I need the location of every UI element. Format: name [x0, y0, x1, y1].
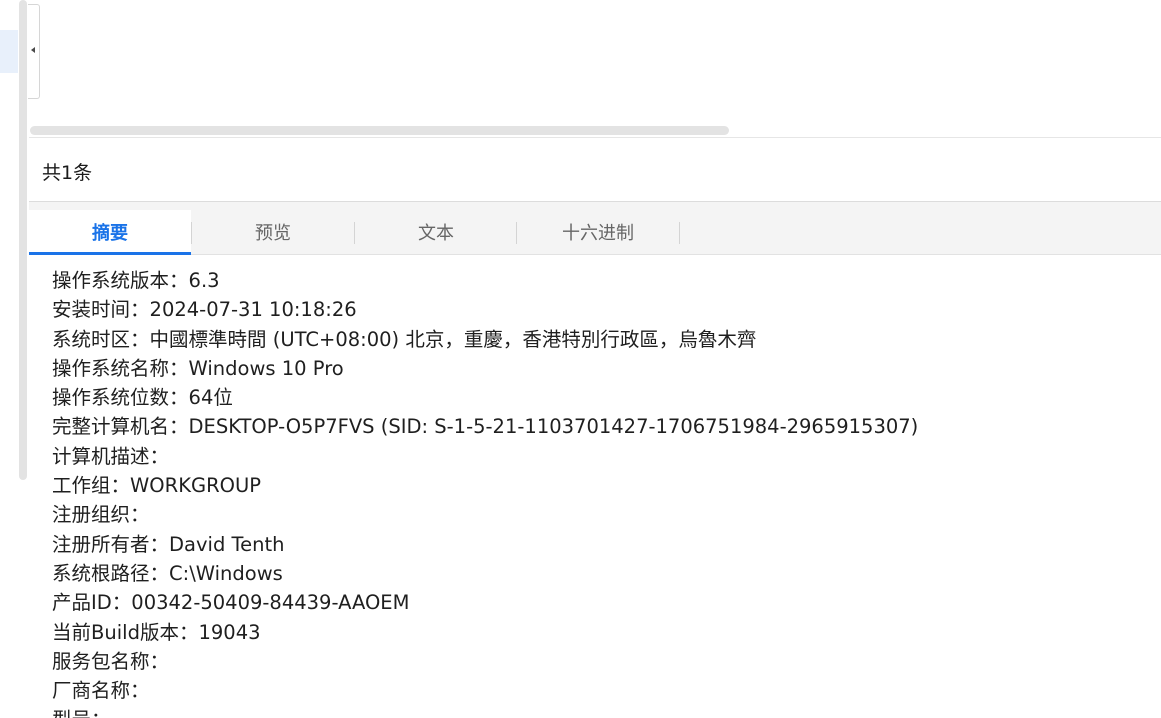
panel-collapse-handle[interactable]	[28, 4, 40, 99]
summary-label: 工作组	[52, 474, 111, 498]
summary-value: 19043	[198, 620, 261, 644]
summary-row: 系统根路径：C:\Windows	[52, 561, 283, 585]
summary-value: 64位	[188, 386, 233, 410]
vertical-scrollbar-thumb[interactable]	[19, 0, 27, 480]
summary-label: 注册所有者	[52, 532, 150, 556]
summary-label: 产品ID	[52, 591, 112, 615]
detail-tab-bar: 摘要 预览 文本 十六进制	[29, 201, 1161, 255]
summary-label: 注册组织	[52, 503, 131, 527]
tab-text-label: 文本	[418, 223, 454, 244]
summary-value: David Tenth	[169, 532, 285, 556]
summary-value: 00342-50409-84439-AAOEM	[131, 591, 410, 615]
active-tab-underline	[29, 252, 191, 255]
summary-row: 安装时间：2024-07-31 10:18:26	[52, 298, 357, 322]
summary-value: C:\Windows	[169, 561, 283, 585]
summary-row: 计算机描述：	[52, 444, 170, 468]
summary-label: 型号	[52, 708, 91, 718]
summary-label: 当前Build版本	[52, 620, 179, 644]
summary-row: 工作组：WORKGROUP	[52, 474, 262, 498]
summary-row: 操作系统名称：Windows 10 Pro	[52, 356, 344, 380]
tab-text[interactable]: 文本	[355, 210, 517, 255]
summary-value: 中國標準時間 (UTC+08:00) 北京，重慶，香港特別行政區，烏魯木齊	[149, 327, 757, 351]
tab-summary-label: 摘要	[92, 223, 128, 244]
summary-label: 系统根路径	[52, 561, 150, 585]
tab-hex-label: 十六进制	[562, 223, 634, 244]
tab-summary[interactable]: 摘要	[29, 210, 191, 255]
horizontal-scrollbar-thumb[interactable]	[30, 126, 729, 135]
summary-row: 操作系统版本：6.3	[52, 269, 220, 292]
result-count: 共1条	[42, 162, 93, 184]
summary-row: 注册所有者：David Tenth	[52, 532, 285, 556]
caret-left-icon	[31, 47, 35, 53]
summary-value: Windows 10 Pro	[188, 356, 344, 380]
summary-label: 系统时区	[52, 327, 131, 351]
app-window: 共1条 摘要 预览 文本 十六进制 操作系统版本：6.3 安装时间：2024-0…	[0, 0, 1161, 718]
summary-label: 安装时间	[52, 298, 131, 322]
tab-divider	[679, 222, 680, 244]
summary-row: 服务包名称：	[52, 649, 170, 673]
selected-row-highlight[interactable]	[0, 30, 18, 73]
summary-row: 当前Build版本：19043	[52, 620, 261, 644]
summary-label: 服务包名称	[52, 649, 150, 673]
summary-row: 产品ID：00342-50409-84439-AAOEM	[52, 591, 410, 615]
left-panel-strip	[0, 0, 18, 718]
summary-value: 6.3	[188, 269, 220, 292]
tab-preview-label: 预览	[255, 223, 291, 244]
summary-label: 完整计算机名	[52, 415, 170, 439]
summary-row: 系统时区：中國標準時間 (UTC+08:00) 北京，重慶，香港特別行政區，烏魯…	[52, 327, 757, 351]
summary-label: 操作系统名称	[52, 356, 170, 380]
summary-label: 操作系统版本	[52, 269, 170, 292]
summary-value: WORKGROUP	[130, 474, 262, 498]
summary-label: 操作系统位数	[52, 386, 170, 410]
result-count-bar: 共1条	[29, 137, 1161, 201]
summary-row: 完整计算机名：DESKTOP-O5P7FVS (SID: S-1-5-21-11…	[52, 415, 919, 439]
summary-row: 型号：	[52, 705, 1152, 718]
tab-preview[interactable]: 预览	[192, 210, 354, 255]
summary-label: 厂商名称	[52, 679, 131, 703]
summary-value: DESKTOP-O5P7FVS (SID: S-1-5-21-110370142…	[188, 415, 919, 439]
summary-content: 操作系统版本：6.3 安装时间：2024-07-31 10:18:26 系统时区…	[52, 266, 1152, 718]
summary-row: 注册组织：	[52, 503, 150, 527]
summary-value: 2024-07-31 10:18:26	[149, 298, 357, 322]
summary-label: 计算机描述	[52, 444, 150, 468]
summary-row: 操作系统位数：64位	[52, 386, 233, 410]
tab-hex[interactable]: 十六进制	[517, 210, 679, 255]
summary-row: 厂商名称：	[52, 679, 150, 703]
